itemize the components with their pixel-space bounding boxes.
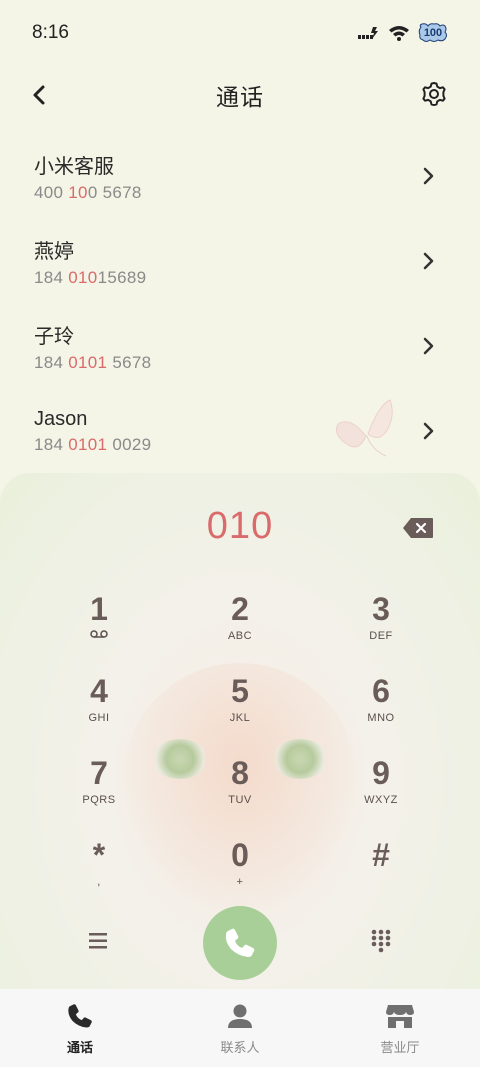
key-digit: * [92,837,106,873]
nav-item-calls[interactable]: 通话 [0,989,160,1067]
result-item-ziling[interactable]: 子玲 184 0101 5678 [0,304,480,389]
key-digit: # [372,837,390,873]
contact-name: 小米客服 [34,156,114,178]
contact-number: 184 01015689 [34,268,147,287]
key-digit: 1 [90,591,108,627]
chevron-right-icon [423,422,434,440]
nav-label: 营业厅 [380,1040,420,1055]
signal-icon [358,25,380,41]
back-arrow-icon [33,85,45,105]
key-hash[interactable]: # [321,835,441,905]
key-digit: 0 [231,837,249,873]
key-5[interactable]: 5 JKL [180,671,300,741]
bottom-nav: 通话 联系人 营业厅 [0,989,480,1067]
contact-name: 子玲 [34,326,74,348]
settings-button[interactable] [418,78,450,110]
store-icon [385,1001,415,1031]
battery-level: 100 [423,27,443,39]
backspace-icon[interactable] [402,517,434,539]
page-title: 通话 [216,84,264,110]
back-button[interactable] [24,80,54,110]
search-results-list: 小米客服 400 100 5678 燕婷 184 01015689 子玲 184… [0,134,480,474]
key-6[interactable]: 6 MNO [321,671,441,741]
chevron-right-icon [423,337,434,355]
nav-label: 联系人 [220,1040,260,1055]
chevron-right-icon [423,167,434,185]
key-1[interactable]: 1 [39,589,159,659]
key-8[interactable]: 8 TUV [180,753,300,823]
result-item-jason[interactable]: Jason 184 0101 0029 [0,389,480,474]
key-letters: + [236,876,244,888]
result-item-yanting[interactable]: 燕婷 184 01015689 [0,219,480,304]
key-letters: TUV [228,794,252,806]
key-letters: ABC [227,630,253,642]
key-2[interactable]: 2 ABC [180,589,300,659]
status-time: 8:16 [32,22,69,43]
call-button[interactable] [203,906,277,980]
gear-icon [422,82,446,106]
key-digit: 8 [231,755,249,791]
wifi-icon [388,25,410,41]
nav-item-contacts[interactable]: 联系人 [160,989,320,1067]
status-icons: 100 [358,23,448,43]
key-letters: JKL [229,712,251,724]
key-3[interactable]: 3 DEF [321,589,441,659]
key-star[interactable]: * , [39,835,159,905]
chevron-right-icon [423,252,434,270]
battery-icon: 100 [418,23,448,43]
key-digit: 2 [231,591,249,627]
key-letters: GHI [88,712,110,724]
contact-name: 燕婷 [34,241,74,263]
butterfly-decoration [336,399,393,457]
header: 通话 [0,66,480,124]
key-4[interactable]: 4 GHI [39,671,159,741]
nav-item-store[interactable]: 营业厅 [320,989,480,1067]
key-7[interactable]: 7 PQRS [39,753,159,823]
key-digit: 4 [90,673,108,709]
voicemail-icon [39,629,159,643]
key-letters: , [97,876,101,888]
key-letters: DEF [369,630,393,642]
key-digit: 9 [372,755,390,791]
key-digit: 7 [90,755,108,791]
contact-name: Jason [34,408,88,430]
nav-label: 通话 [66,1040,93,1055]
phone-icon [65,1001,95,1031]
person-icon [225,1001,255,1031]
key-9[interactable]: 9 WXYZ [321,753,441,823]
key-digit: 5 [231,673,249,709]
contact-number: 400 100 5678 [34,183,142,202]
phone-icon [225,928,255,957]
contact-number: 184 0101 5678 [34,353,152,372]
contact-number: 184 0101 0029 [34,435,152,454]
dialer-panel: 010 1 2 ABC 3 DEF 4 GHI 5 JKL 6 MNO 7 PQ… [0,473,480,989]
key-digit: 3 [372,591,390,627]
status-bar: 8:16 100 [0,0,480,66]
key-digit: 6 [372,673,390,709]
key-letters: MNO [367,712,395,724]
key-letters: PQRS [82,794,116,806]
menu-icon[interactable] [87,931,111,951]
dialpad-icon[interactable] [370,929,392,953]
result-item-xiaomi-service[interactable]: 小米客服 400 100 5678 [0,134,480,219]
key-letters: WXYZ [364,794,398,806]
key-0[interactable]: 0 + [180,835,300,905]
